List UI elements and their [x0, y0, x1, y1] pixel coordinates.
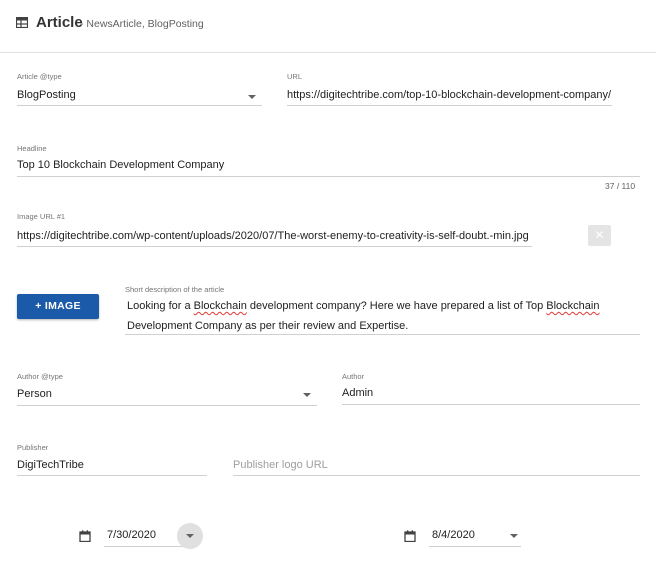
publisher-logo-underline [233, 475, 640, 476]
article-type-underline [17, 105, 262, 106]
url-underline [287, 105, 612, 106]
date-modified-input[interactable]: 8/4/2020 [432, 529, 475, 541]
article-type-label: Article @type [17, 72, 62, 81]
date-published-input[interactable]: 7/30/2020 [107, 529, 156, 541]
headline-underline [17, 176, 640, 177]
calendar-icon[interactable] [404, 530, 416, 542]
headline-label: Headline [17, 144, 47, 153]
author-underline [342, 404, 640, 405]
publisher-underline [17, 475, 207, 476]
chevron-down-icon [186, 534, 194, 538]
article-type-select[interactable]: BlogPosting [17, 89, 76, 101]
url-label: URL [287, 72, 303, 81]
image-url-underline [17, 246, 532, 247]
publisher-input[interactable]: DigiTechTribe [17, 459, 84, 471]
author-type-select[interactable]: Person [17, 388, 52, 400]
close-icon: ✕ [594, 228, 605, 242]
article-type-dropdown-icon[interactable] [248, 95, 256, 99]
header-divider [0, 52, 656, 53]
calendar-icon[interactable] [79, 530, 91, 542]
url-input[interactable]: https://digitechtribe.com/top-10-blockch… [287, 89, 611, 101]
date-modified-dropdown-icon[interactable] [510, 534, 518, 538]
description-label: Short description of the article [125, 285, 225, 294]
author-label: Author [342, 372, 365, 381]
page-subtitle: - NewsArticle, BlogPosting [80, 18, 204, 30]
headline-char-counter: 37 / 110 [605, 181, 636, 191]
description-underline [125, 334, 640, 335]
headline-input[interactable]: Top 10 Blockchain Development Company [17, 159, 224, 171]
image-url-label: Image URL #1 [17, 212, 66, 221]
date-published-dropdown-button[interactable] [177, 523, 203, 549]
author-type-underline [17, 405, 317, 406]
publisher-logo-input[interactable]: Publisher logo URL [233, 459, 328, 471]
publisher-label: Publisher [17, 443, 49, 452]
date-published-underline [104, 546, 194, 547]
table-icon [16, 17, 28, 28]
image-url-input[interactable]: https://digitechtribe.com/wp-content/upl… [17, 230, 529, 242]
author-type-dropdown-icon[interactable] [303, 393, 311, 397]
description-textarea[interactable]: Looking for a Blockchain development com… [127, 297, 642, 336]
author-type-label: Author @type [17, 372, 63, 381]
add-image-button[interactable]: + IMAGE [17, 294, 99, 319]
author-input[interactable]: Admin [342, 387, 373, 399]
page-title: Article [36, 14, 83, 31]
clear-image-button[interactable]: ✕ [588, 225, 611, 246]
date-modified-underline [429, 546, 521, 547]
